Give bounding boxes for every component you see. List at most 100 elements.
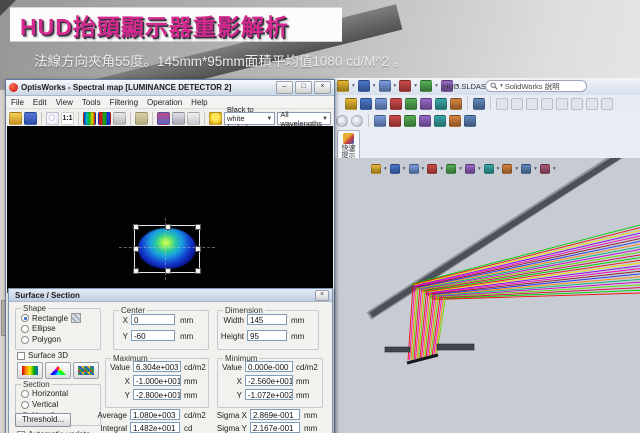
measurement-selection-rect[interactable]	[134, 225, 200, 273]
mate-icon[interactable]	[375, 98, 387, 110]
color-triangle-button[interactable]	[45, 362, 71, 379]
measure-icon[interactable]	[449, 115, 461, 127]
minimum-x-field[interactable]: -2.560e+001	[245, 375, 293, 386]
radio-icon[interactable]	[21, 390, 29, 398]
center-x-field[interactable]: 0	[131, 314, 175, 325]
colormap-bars-button[interactable]	[17, 362, 43, 379]
selection-handle[interactable]	[195, 224, 201, 230]
g7-icon[interactable]	[586, 98, 598, 110]
clipboard-icon[interactable]	[135, 112, 148, 125]
g1-icon[interactable]	[496, 98, 508, 110]
save-icon[interactable]	[379, 80, 391, 92]
radio-vertical[interactable]: Vertical	[21, 400, 58, 409]
chevron-down-icon[interactable]: ▾	[440, 166, 443, 172]
sigma-x-field[interactable]: 2.869e-001	[250, 409, 300, 420]
rebuild-icon[interactable]	[399, 80, 411, 92]
selection-handle[interactable]	[165, 224, 171, 230]
quick-tips-button[interactable]: 快速提示	[337, 130, 360, 161]
pointer-icon[interactable]	[187, 112, 200, 125]
view-setting-icon[interactable]	[540, 164, 550, 174]
display-style-icon[interactable]	[465, 164, 475, 174]
color-grid-button[interactable]	[73, 362, 99, 379]
apply-scene-icon[interactable]	[521, 164, 531, 174]
dimxpert-icon[interactable]	[419, 115, 431, 127]
g3-icon[interactable]	[526, 98, 538, 110]
bulb-icon[interactable]	[209, 112, 222, 125]
selection-handle[interactable]	[195, 268, 201, 274]
luminance-map-display[interactable]	[7, 126, 333, 289]
threshold-button[interactable]: Threshold...	[15, 413, 71, 427]
chevron-down-icon[interactable]: ▾	[534, 166, 537, 172]
component-pattern-icon[interactable]	[390, 98, 402, 110]
render-icon[interactable]	[434, 115, 446, 127]
graphics-area[interactable]	[333, 158, 640, 433]
new-icon[interactable]	[337, 80, 349, 92]
show-hide-icon[interactable]	[435, 98, 447, 110]
wavelength-dropdown[interactable]: All wavelengths ▼	[277, 112, 331, 125]
chevron-down-icon[interactable]: ▾	[373, 83, 376, 89]
print-icon[interactable]	[420, 80, 432, 92]
help-search-box[interactable]: ▾ SolidWorks 說明	[485, 80, 587, 92]
move-component-icon[interactable]	[420, 98, 432, 110]
maximum-x-field[interactable]: -1.000e+001	[133, 375, 181, 386]
optisworks-titlebar[interactable]: OptisWorks - Spectral map [LUMINANCE DET…	[6, 80, 334, 96]
ref-geometry-icon[interactable]	[473, 98, 485, 110]
slider-icon[interactable]	[172, 112, 185, 125]
dialog-titlebar[interactable]: Surface / Section ×	[9, 289, 332, 302]
surface-3d-checkbox[interactable]: Surface 3D	[17, 351, 68, 360]
sigma-y-field[interactable]: 2.167e-001	[250, 422, 300, 433]
colormap-dropdown[interactable]: Black to white (color) ▼	[224, 112, 275, 125]
chevron-down-icon[interactable]: ▾	[435, 83, 438, 89]
sketch-icon[interactable]	[389, 115, 401, 127]
assembly-feature-icon[interactable]	[450, 98, 462, 110]
g5-icon[interactable]	[556, 98, 568, 110]
radio-horizontal[interactable]: Horizontal	[21, 389, 68, 398]
evaluate-icon[interactable]	[404, 115, 416, 127]
chevron-down-icon[interactable]: ▾	[459, 166, 462, 172]
height-field[interactable]: 95	[247, 330, 287, 341]
open-icon[interactable]	[358, 80, 370, 92]
chevron-down-icon[interactable]: ▾	[352, 83, 355, 89]
minimize-button[interactable]: –	[276, 81, 293, 94]
rgb-icon[interactable]	[98, 112, 111, 125]
view-orientation-icon[interactable]	[446, 164, 456, 174]
selection-handle[interactable]	[165, 268, 171, 274]
close-button[interactable]: ×	[314, 81, 331, 94]
integral-field[interactable]: 1.482e+001	[130, 422, 180, 433]
minimum-y-field[interactable]: -1.072e+002	[245, 389, 293, 400]
selection-handle[interactable]	[133, 246, 139, 252]
appearance-icon[interactable]	[464, 115, 476, 127]
section-view-icon[interactable]	[427, 164, 437, 174]
menu-item-operation[interactable]: Operation	[147, 98, 182, 107]
assembly-icon[interactable]	[345, 98, 357, 110]
chevron-down-icon[interactable]: ▾	[414, 83, 417, 89]
selection-handle[interactable]	[195, 246, 201, 252]
back-icon[interactable]	[336, 115, 348, 127]
radio-icon[interactable]	[21, 314, 29, 322]
edit-appearance-icon[interactable]	[502, 164, 512, 174]
radio-ellipse[interactable]: Ellipse	[21, 324, 56, 333]
zoom-fit-icon[interactable]	[371, 164, 381, 174]
radio-icon[interactable]	[21, 401, 29, 409]
one-to-one-icon[interactable]: 1:1	[61, 112, 74, 125]
maximize-button[interactable]: □	[295, 81, 312, 94]
chevron-down-icon[interactable]: ▾	[553, 166, 556, 172]
dialog-close-button[interactable]: ×	[315, 290, 329, 301]
ruler-icon[interactable]	[113, 112, 126, 125]
spectrum-icon[interactable]	[83, 112, 96, 125]
prev-view-icon[interactable]	[409, 164, 419, 174]
chevron-down-icon[interactable]: ▾	[478, 166, 481, 172]
select-icon[interactable]	[374, 115, 386, 127]
chevron-down-icon[interactable]: ▾	[394, 83, 397, 89]
smart-fastener-icon[interactable]	[405, 98, 417, 110]
zoom-icon[interactable]	[46, 112, 59, 125]
radio-polygon[interactable]: Polygon	[21, 335, 61, 344]
chevron-down-icon[interactable]: ▾	[515, 166, 518, 172]
insert-component-icon[interactable]	[360, 98, 372, 110]
search-dropdown-caret[interactable]: ▾	[500, 83, 503, 89]
menu-item-help[interactable]: Help	[191, 98, 207, 107]
g8-icon[interactable]	[601, 98, 613, 110]
radio-icon[interactable]	[21, 325, 29, 333]
selection-handle[interactable]	[133, 224, 139, 230]
center-y-field[interactable]: -60	[131, 330, 175, 341]
